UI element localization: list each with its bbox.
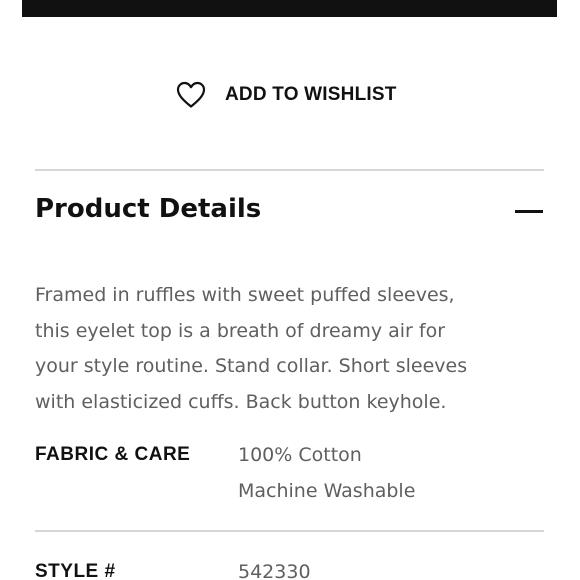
description-line: your style routine. Stand collar. Short …	[35, 355, 468, 377]
wishlist-label: ADD TO WISHLIST	[225, 84, 397, 105]
heart-outline-icon	[176, 81, 206, 109]
section-divider	[35, 530, 544, 532]
product-page: ADD TO WISHLIST Product Details Framed i…	[0, 0, 580, 580]
description-line: this eyelet top is a breath of dreamy ai…	[35, 319, 446, 342]
minus-icon	[515, 210, 543, 213]
fabric-care-label: FABRIC & CARE	[35, 444, 191, 465]
add-to-bag-button[interactable]	[22, 0, 557, 17]
add-to-wishlist-button[interactable]: ADD TO WISHLIST	[176, 80, 397, 110]
fabric-care-value: 100% Cotton Machine Washable	[238, 438, 415, 509]
description-line: Framed in ruffles with sweet puffed slee…	[35, 284, 455, 306]
fabric-care-line: 100% Cotton	[238, 444, 362, 466]
fabric-care-line: Machine Washable	[238, 479, 416, 502]
description-line: with elasticized cuffs. Back button keyh…	[35, 390, 447, 413]
product-details-heading: Product Details	[35, 194, 262, 224]
section-divider	[35, 169, 544, 171]
style-number-label: STYLE #	[35, 561, 116, 580]
product-description: Framed in ruffles with sweet puffed slee…	[35, 278, 555, 420]
collapse-section-button[interactable]	[512, 197, 546, 227]
style-number-value: 542330	[238, 561, 311, 580]
